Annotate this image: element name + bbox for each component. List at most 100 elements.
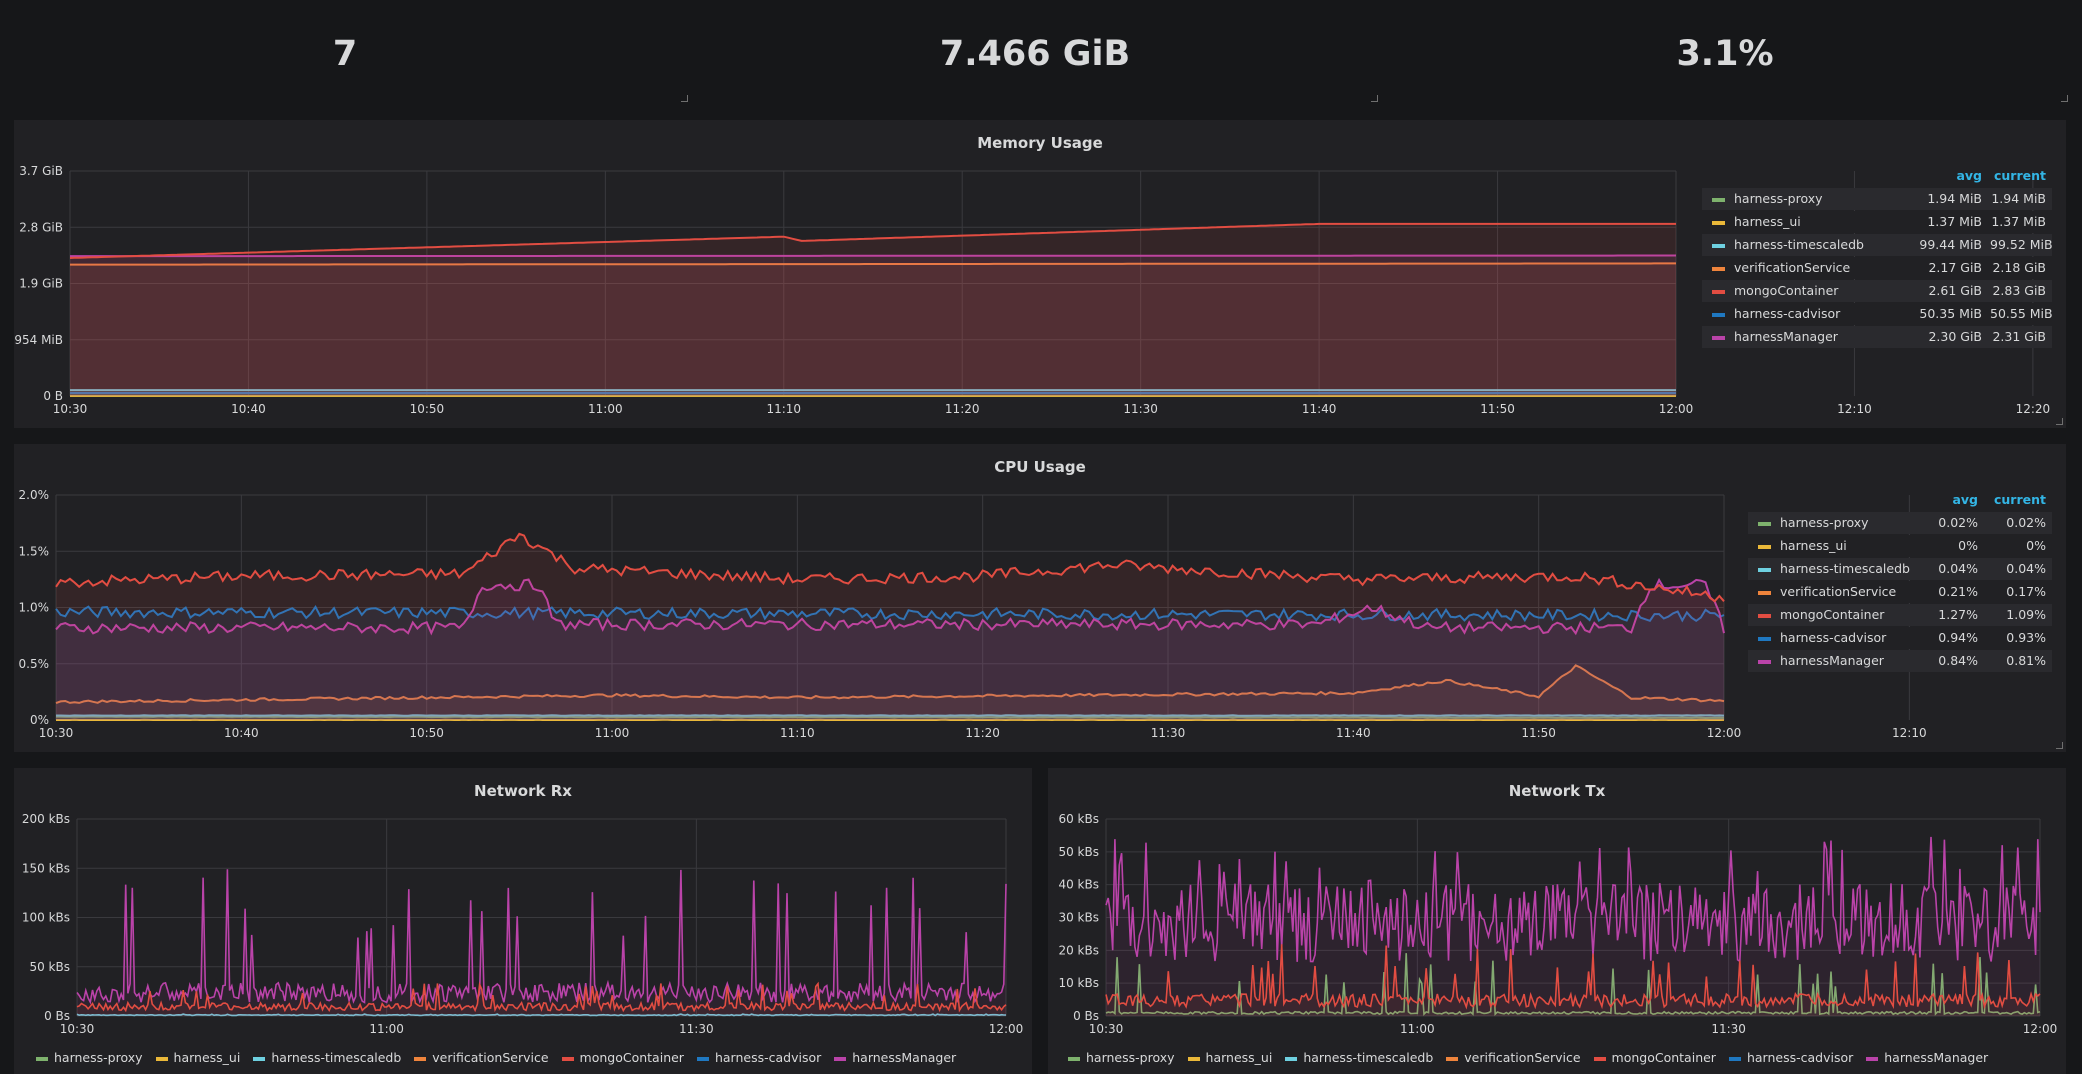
legend-item[interactable]: harness-proxy <box>36 1050 143 1065</box>
legend-series-name[interactable]: mongoContainer <box>1780 607 1884 622</box>
legend-swatch[interactable] <box>1758 545 1771 549</box>
legend-item[interactable]: verificationService <box>1446 1050 1581 1065</box>
legend-item[interactable]: harnessManager <box>1866 1050 1988 1065</box>
legend-series-name[interactable]: verificationService <box>1734 260 1850 275</box>
legend-series-name[interactable]: harness_ui <box>1734 214 1801 229</box>
x-tick-label: 10:30 <box>39 726 74 740</box>
legend-header-avg[interactable]: avg <box>1918 492 1978 510</box>
legend-swatch[interactable] <box>1712 198 1725 202</box>
network-tx-panel[interactable]: Network Tx 0 Bs 10 kBs 20 kBs 30 kBs 40 kBs 5… <box>1048 768 2066 1074</box>
network-rx-panel[interactable]: Network Rx 0 Bs 50 kBs 100 kBs 150 kBs 200 k… <box>14 768 1032 1074</box>
legend-avg-value: 1.37 MiB <box>1927 214 1982 229</box>
legend-series-name: harness-proxy <box>1086 1050 1175 1065</box>
legend-row[interactable]: harness-timescaledb 0.04% 0.04% <box>1748 558 2052 580</box>
legend-series-name[interactable]: verificationService <box>1780 584 1896 599</box>
x-tick-label: 10:30 <box>1089 1022 1124 1036</box>
x-tick-label: 12:00 <box>1707 726 1742 740</box>
resize-handle[interactable] <box>2056 742 2063 749</box>
legend-swatch[interactable] <box>1758 522 1771 526</box>
legend-series-name[interactable]: harnessManager <box>1734 329 1838 344</box>
legend-item[interactable]: harness-timescaledb <box>253 1050 401 1065</box>
legend-item[interactable]: mongoContainer <box>1593 1050 1716 1065</box>
legend-series-name[interactable]: harness-cadvisor <box>1780 630 1886 645</box>
legend-item[interactable]: mongoContainer <box>561 1050 684 1065</box>
legend-swatch[interactable] <box>1712 290 1725 294</box>
legend-swatch[interactable] <box>1712 313 1725 317</box>
legend-row[interactable]: harness-proxy 0.02% 0.02% <box>1748 512 2052 534</box>
legend-series-name: harness-timescaledb <box>271 1050 402 1065</box>
legend-swatch[interactable] <box>1758 614 1771 618</box>
legend-series-name: harness-cadvisor <box>1746 1050 1854 1065</box>
legend-current-value: 2.18 GiB <box>1992 260 2046 275</box>
legend-item[interactable]: harness_ui <box>155 1050 241 1065</box>
y-tick-label: 2.0% <box>19 488 50 502</box>
legend-row[interactable]: harness-cadvisor 50.35 MiB 50.55 MiB <box>1702 303 2053 325</box>
legend-series-name[interactable]: harnessManager <box>1780 653 1884 668</box>
legend-avg-value: 0.02% <box>1938 515 1978 530</box>
legend-swatch[interactable] <box>1758 568 1771 572</box>
legend-row[interactable]: harness-cadvisor 0.94% 0.93% <box>1748 627 2052 649</box>
legend-series-name[interactable]: harness-proxy <box>1780 515 1869 530</box>
cpu-usage-panel[interactable]: CPU Usage 0% 0.5% 1.0% 1.5% 2.0% 10:30 10:40 10… <box>14 444 2066 752</box>
resize-handle[interactable] <box>2056 418 2063 425</box>
legend-series-name[interactable]: harness-timescaledb <box>1780 561 1910 576</box>
legend-swatch[interactable] <box>1712 221 1725 225</box>
legend-item[interactable]: harness-cadvisor <box>1728 1050 1854 1065</box>
y-tick-label: 40 kBs <box>1058 878 1099 892</box>
legend-row[interactable]: mongoContainer 2.61 GiB 2.83 GiB <box>1702 280 2052 302</box>
legend-row[interactable]: harness_ui 1.37 MiB 1.37 MiB <box>1702 211 2052 233</box>
legend-swatch[interactable] <box>1758 637 1771 641</box>
legend-row[interactable]: mongoContainer 1.27% 1.09% <box>1748 604 2052 626</box>
legend-swatch <box>1446 1056 1459 1061</box>
legend-row[interactable]: verificationService 0.21% 0.17% <box>1748 581 2052 603</box>
legend-item[interactable]: verificationService <box>414 1050 549 1065</box>
legend-swatch[interactable] <box>1712 336 1725 340</box>
network-tx-chart[interactable]: 0 Bs 10 kBs 20 kBs 30 kBs 40 kBs 50 kBs 60 kBs… <box>1048 768 2066 1074</box>
legend-item[interactable]: harness_ui <box>1187 1050 1273 1065</box>
legend-swatch[interactable] <box>1758 660 1771 664</box>
series-group <box>69 222 1676 397</box>
legend-header-current[interactable]: current <box>1988 492 2046 510</box>
legend-swatch[interactable] <box>1758 591 1771 595</box>
resize-handle[interactable] <box>681 95 688 102</box>
series-group <box>55 532 1725 722</box>
legend-item[interactable]: harness-proxy <box>1068 1050 1175 1065</box>
y-tick-label: 60 kBs <box>1058 812 1099 826</box>
y-tick-label: 20 kBs <box>1058 943 1099 957</box>
legend-row[interactable]: harness-timescaledb 99.44 MiB 99.52 MiB <box>1702 234 2053 256</box>
memory-usage-panel[interactable]: Memory Usage 0 B 954 MiB 1.9 GiB 2.8 GiB 3.7… <box>14 120 2066 428</box>
legend-row[interactable]: harness-proxy 1.94 MiB 1.94 MiB <box>1702 188 2052 210</box>
legend-series-name[interactable]: mongoContainer <box>1734 283 1838 298</box>
legend-current-value: 1.09% <box>2006 607 2046 622</box>
legend-row[interactable]: harness_ui 0% 0% <box>1748 535 2052 557</box>
legend-swatch <box>1068 1056 1080 1061</box>
legend-current-value: 2.83 GiB <box>1992 283 2046 298</box>
legend-current-value: 0.17% <box>2006 584 2046 599</box>
legend-swatch[interactable] <box>1712 267 1725 271</box>
x-tick-label: 11:00 <box>1400 1022 1435 1036</box>
legend-series-name: harness_ui <box>173 1050 241 1065</box>
harnessManager-line[interactable] <box>76 869 1007 1005</box>
legend-row[interactable]: harnessManager 2.30 GiB 2.31 GiB <box>1702 326 2052 348</box>
y-tick-label: 0% <box>30 713 49 727</box>
legend-header-current[interactable]: current <box>1990 168 2046 186</box>
legend-series-name[interactable]: harness-timescaledb <box>1734 237 1864 252</box>
legend-item[interactable]: harness-cadvisor <box>696 1050 821 1065</box>
x-tick-label: 12:10 <box>1837 402 1872 416</box>
legend-header-avg[interactable]: avg <box>1912 168 1982 186</box>
legend-row[interactable]: harnessManager 0.84% 0.81% <box>1748 650 2052 672</box>
resize-handle[interactable] <box>1371 95 1378 102</box>
mongoContainer-area <box>56 533 1724 720</box>
legend-series-name: mongoContainer <box>579 1050 684 1065</box>
legend-series-name[interactable]: harness-cadvisor <box>1734 306 1840 321</box>
legend-item[interactable]: harness-timescaledb <box>1285 1050 1433 1065</box>
network-rx-chart[interactable]: 0 Bs 50 kBs 100 kBs 150 kBs 200 kBs 10:30 11:0… <box>14 768 1032 1074</box>
legend-swatch[interactable] <box>1712 244 1725 248</box>
legend-row[interactable]: verificationService 2.17 GiB 2.18 GiB <box>1702 257 2052 279</box>
x-tick-label: 11:30 <box>1123 402 1158 416</box>
legend-series-name[interactable]: harness-proxy <box>1734 191 1823 206</box>
legend-series-name: harness_ui <box>1205 1050 1273 1065</box>
resize-handle[interactable] <box>2061 95 2068 102</box>
legend-series-name[interactable]: harness_ui <box>1780 538 1847 553</box>
legend-item[interactable]: harnessManager <box>834 1050 956 1065</box>
